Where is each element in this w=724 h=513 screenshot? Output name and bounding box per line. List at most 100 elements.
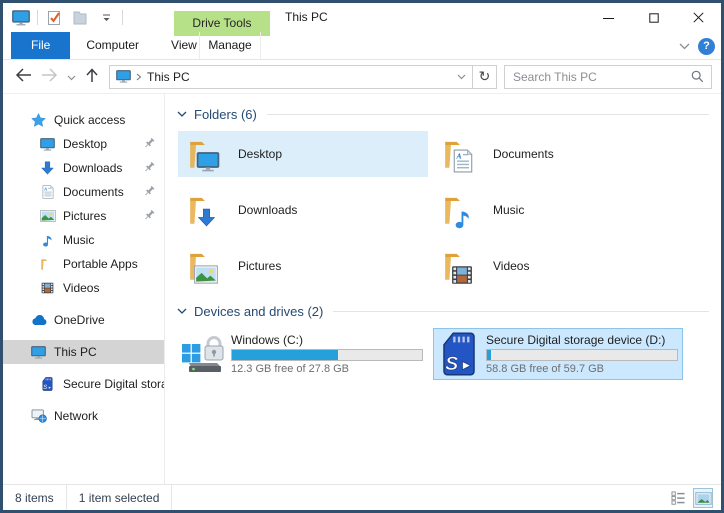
- collapse-chevron-icon[interactable]: [177, 308, 187, 315]
- sidebar-item-onedrive[interactable]: OneDrive: [3, 308, 164, 332]
- status-bar: 8 items 1 item selected: [3, 484, 721, 510]
- folder-tile-pictures[interactable]: Pictures: [178, 243, 428, 289]
- up-button[interactable]: [85, 68, 99, 86]
- downloads-icon: [39, 161, 56, 175]
- desktop-monitor-icon: [196, 152, 220, 172]
- tab-file[interactable]: File: [11, 32, 70, 59]
- customize-toolbar-chevron-icon[interactable]: [96, 8, 116, 28]
- sidebar-item-desktop[interactable]: Desktop: [3, 132, 164, 156]
- refresh-button[interactable]: ↻: [473, 65, 497, 89]
- this-pc-icon: [116, 70, 131, 83]
- sidebar-item-network[interactable]: Network: [3, 404, 164, 428]
- large-icons-view-button[interactable]: [693, 488, 713, 508]
- sidebar-item-label: Quick access: [54, 113, 125, 127]
- film-icon: [451, 265, 473, 285]
- tab-computer[interactable]: Computer: [70, 32, 155, 59]
- sidebar-item-pictures[interactable]: Pictures: [3, 204, 164, 228]
- tile-label: Desktop: [238, 147, 282, 161]
- sidebar-item-label: Documents: [63, 185, 124, 199]
- section-rule: [267, 114, 709, 115]
- back-button[interactable]: [15, 68, 32, 85]
- forward-button[interactable]: [41, 68, 58, 85]
- main-area: Quick access Desktop Downloads Documents…: [3, 94, 721, 484]
- sidebar-item-label: Network: [54, 409, 98, 423]
- folder-tile-videos[interactable]: Videos: [433, 243, 683, 289]
- sidebar-item-secure-digital-storage[interactable]: Secure Digital storage: [3, 372, 164, 396]
- sidebar-item-videos[interactable]: Videos: [3, 276, 164, 300]
- folders-section-header[interactable]: Folders (6): [177, 104, 713, 124]
- drive-free-space: 58.8 GB free of 59.7 GB: [486, 363, 676, 375]
- selection-count: 1 item selected: [67, 491, 172, 505]
- tab-manage[interactable]: Manage: [199, 32, 261, 59]
- breadcrumb-chevron-icon: [136, 73, 142, 81]
- navigation-buttons: [3, 68, 107, 86]
- film-icon: [39, 282, 56, 294]
- download-arrow-icon: [198, 208, 215, 227]
- recent-locations-chevron-icon[interactable]: [67, 70, 76, 84]
- search-input[interactable]: [505, 70, 691, 84]
- content-pane: Folders (6) Desktop Downloads: [165, 94, 721, 484]
- sidebar-group-gap: [3, 300, 164, 308]
- this-pc-icon[interactable]: [11, 8, 31, 28]
- window-title: This PC: [285, 3, 328, 32]
- folder-tile-music[interactable]: Music: [433, 187, 683, 233]
- expand-ribbon-chevron-icon[interactable]: [679, 39, 690, 53]
- drive-tile-windows-c[interactable]: Windows (C:) 12.3 GB free of 27.8 GB: [178, 328, 428, 380]
- section-title: Folders (6): [194, 107, 257, 122]
- section-title: Devices and drives (2): [194, 304, 323, 319]
- minimize-button[interactable]: [586, 3, 631, 32]
- music-note-icon: [454, 207, 471, 229]
- sidebar-item-portable-apps[interactable]: Portable Apps: [3, 252, 164, 276]
- folder-tile-documents[interactable]: Documents: [433, 131, 683, 177]
- sidebar-item-downloads[interactable]: Downloads: [3, 156, 164, 180]
- item-count: 8 items: [3, 491, 66, 505]
- sidebar-item-label: Desktop: [63, 137, 107, 151]
- maximize-button[interactable]: [631, 3, 676, 32]
- collapse-chevron-icon[interactable]: [177, 111, 187, 118]
- sidebar-item-this-pc[interactable]: This PC: [3, 340, 164, 364]
- details-view-button[interactable]: [668, 488, 688, 508]
- pin-icon: [142, 184, 156, 201]
- drive-free-space: 12.3 GB free of 27.8 GB: [231, 363, 421, 375]
- address-bar-row: This PC ↻: [3, 60, 721, 94]
- onedrive-cloud-icon: [30, 315, 47, 326]
- search-box[interactable]: [504, 65, 712, 89]
- address-bar[interactable]: This PC: [109, 65, 473, 89]
- close-button[interactable]: [676, 3, 721, 32]
- search-icon[interactable]: [691, 70, 711, 83]
- pin-icon: [142, 208, 156, 225]
- file-explorer-window: Drive Tools This PC File Computer View M…: [0, 0, 724, 513]
- sidebar-item-music[interactable]: Music: [3, 228, 164, 252]
- sidebar-item-quick-access[interactable]: Quick access: [3, 108, 164, 132]
- address-dropdown-chevron-icon[interactable]: [450, 66, 472, 88]
- quick-access-toolbar: [3, 8, 123, 28]
- pictures-icon: [39, 210, 56, 222]
- breadcrumb[interactable]: This PC: [110, 66, 196, 88]
- help-icon[interactable]: ?: [698, 38, 715, 55]
- drive-usage-fill: [487, 350, 491, 360]
- folders-grid: Desktop Downloads Pictures Documents: [178, 131, 713, 289]
- sidebar-item-label: Music: [63, 233, 94, 247]
- sidebar-item-documents[interactable]: Documents: [3, 180, 164, 204]
- sidebar-group-gap: [3, 396, 164, 404]
- drive-tile-sd-card-d[interactable]: Secure Digital storage device (D:) 58.8 …: [433, 328, 683, 380]
- toolbar-separator: [122, 10, 123, 25]
- tile-label: Pictures: [238, 259, 281, 273]
- sd-card-icon: [436, 332, 482, 376]
- drives-grid: Windows (C:) 12.3 GB free of 27.8 GB Sec…: [178, 328, 713, 380]
- properties-icon[interactable]: [44, 8, 64, 28]
- desktop-icon: [39, 138, 56, 151]
- sidebar-group-gap: [3, 332, 164, 340]
- devices-section-header[interactable]: Devices and drives (2): [177, 301, 713, 321]
- folder-tile-desktop[interactable]: Desktop: [178, 131, 428, 177]
- sidebar-item-label: Secure Digital storage: [63, 377, 164, 391]
- new-folder-icon[interactable]: [70, 8, 90, 28]
- documents-icon: [39, 185, 56, 199]
- tile-label: Downloads: [238, 203, 297, 217]
- drive-name: Windows (C:): [231, 333, 421, 347]
- drive-usage-bar: [231, 349, 423, 361]
- music-note-icon: [39, 233, 56, 247]
- sidebar-item-label: Pictures: [63, 209, 106, 223]
- section-rule: [333, 311, 709, 312]
- folder-tile-downloads[interactable]: Downloads: [178, 187, 428, 233]
